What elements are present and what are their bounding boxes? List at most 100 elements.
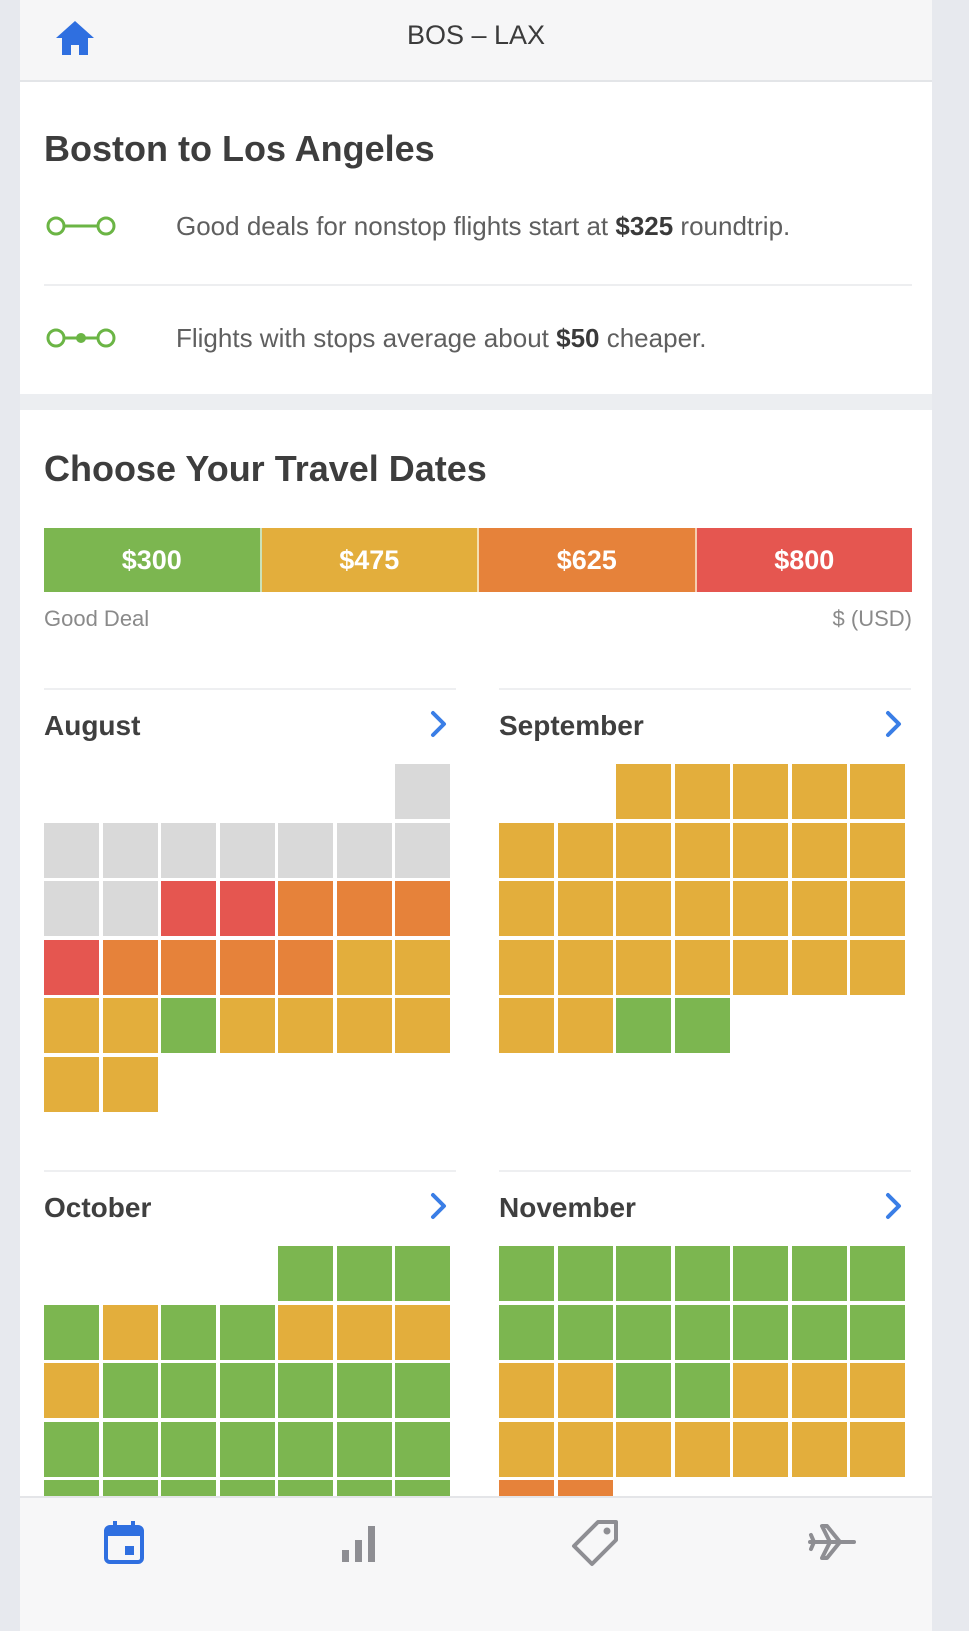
day-cell[interactable] <box>674 939 730 995</box>
bar-chart-icon[interactable] <box>332 1514 388 1570</box>
calendar-icon[interactable] <box>96 1514 152 1570</box>
day-cell[interactable] <box>395 1304 450 1360</box>
day-cell[interactable] <box>102 998 158 1053</box>
day-cell[interactable] <box>278 1421 333 1477</box>
day-cell[interactable] <box>336 881 392 936</box>
day-cell[interactable] <box>278 1246 333 1301</box>
day-cell[interactable] <box>557 1246 613 1301</box>
day-cell[interactable] <box>850 939 905 995</box>
day-cell[interactable] <box>219 881 275 936</box>
day-cell[interactable] <box>850 1363 905 1418</box>
day-cell[interactable] <box>733 1304 788 1360</box>
day-cell[interactable] <box>161 881 216 936</box>
day-cell[interactable] <box>336 1363 392 1418</box>
day-cell[interactable] <box>278 881 333 936</box>
day-cell[interactable] <box>791 939 847 995</box>
day-cell[interactable] <box>791 764 847 819</box>
tag-icon[interactable] <box>568 1514 624 1570</box>
day-cell[interactable] <box>161 1421 216 1477</box>
day-cell[interactable] <box>616 822 671 878</box>
day-cell[interactable] <box>674 1363 730 1418</box>
day-cell[interactable] <box>395 939 450 995</box>
day-cell[interactable] <box>219 998 275 1053</box>
day-cell[interactable] <box>791 881 847 936</box>
day-cell[interactable] <box>499 939 554 995</box>
day-cell[interactable] <box>850 881 905 936</box>
day-cell[interactable] <box>395 1246 450 1301</box>
day-cell[interactable] <box>733 764 788 819</box>
day-cell[interactable] <box>161 998 216 1053</box>
day-cell[interactable] <box>336 1304 392 1360</box>
day-cell[interactable] <box>219 1421 275 1477</box>
day-cell[interactable] <box>616 881 671 936</box>
day-cell[interactable] <box>499 822 554 878</box>
day-cell[interactable] <box>733 1421 788 1477</box>
day-cell[interactable] <box>278 998 333 1053</box>
day-cell[interactable] <box>102 1304 158 1360</box>
day-cell[interactable] <box>616 1421 671 1477</box>
day-cell[interactable] <box>102 1363 158 1418</box>
day-cell[interactable] <box>499 1421 554 1477</box>
day-cell[interactable] <box>278 1304 333 1360</box>
day-cell[interactable] <box>674 764 730 819</box>
day-cell[interactable] <box>499 1304 554 1360</box>
day-cell[interactable] <box>733 881 788 936</box>
day-cell[interactable] <box>102 939 158 995</box>
day-cell[interactable] <box>557 939 613 995</box>
day-cell[interactable] <box>616 764 671 819</box>
day-cell[interactable] <box>616 998 671 1053</box>
chevron-right-icon[interactable] <box>428 708 450 740</box>
day-cell[interactable] <box>44 998 99 1053</box>
day-cell[interactable] <box>44 939 99 995</box>
day-cell[interactable] <box>278 939 333 995</box>
day-cell[interactable] <box>616 1246 671 1301</box>
day-cell[interactable] <box>395 1363 450 1418</box>
day-cell[interactable] <box>733 1246 788 1301</box>
day-cell[interactable] <box>219 939 275 995</box>
day-cell[interactable] <box>674 1246 730 1301</box>
day-cell[interactable] <box>616 939 671 995</box>
day-cell[interactable] <box>733 1363 788 1418</box>
day-cell[interactable] <box>336 1246 392 1301</box>
airplane-icon[interactable] <box>804 1514 860 1570</box>
day-cell[interactable] <box>791 1421 847 1477</box>
day-cell[interactable] <box>733 939 788 995</box>
day-cell[interactable] <box>850 1246 905 1301</box>
day-cell[interactable] <box>395 998 450 1053</box>
chevron-right-icon[interactable] <box>883 1190 905 1222</box>
day-cell[interactable] <box>336 939 392 995</box>
day-cell[interactable] <box>850 764 905 819</box>
day-cell[interactable] <box>161 939 216 995</box>
day-cell[interactable] <box>791 1304 847 1360</box>
day-cell[interactable] <box>499 998 554 1053</box>
day-cell[interactable] <box>499 881 554 936</box>
day-cell[interactable] <box>44 1056 99 1112</box>
day-cell[interactable] <box>616 1363 671 1418</box>
day-cell[interactable] <box>395 1421 450 1477</box>
day-cell[interactable] <box>336 1421 392 1477</box>
day-cell[interactable] <box>850 1421 905 1477</box>
day-cell[interactable] <box>557 1304 613 1360</box>
chevron-right-icon[interactable] <box>883 708 905 740</box>
day-cell[interactable] <box>161 1304 216 1360</box>
day-cell[interactable] <box>850 1304 905 1360</box>
day-cell[interactable] <box>557 822 613 878</box>
day-cell[interactable] <box>850 822 905 878</box>
day-cell[interactable] <box>791 1246 847 1301</box>
day-cell[interactable] <box>161 1363 216 1418</box>
day-cell[interactable] <box>44 1304 99 1360</box>
day-cell[interactable] <box>674 1421 730 1477</box>
day-cell[interactable] <box>102 1421 158 1477</box>
day-cell[interactable] <box>674 881 730 936</box>
day-cell[interactable] <box>44 1363 99 1418</box>
day-cell[interactable] <box>278 1363 333 1418</box>
day-cell[interactable] <box>557 1363 613 1418</box>
day-cell[interactable] <box>674 1304 730 1360</box>
day-cell[interactable] <box>219 1304 275 1360</box>
day-cell[interactable] <box>499 1246 554 1301</box>
day-cell[interactable] <box>395 881 450 936</box>
day-cell[interactable] <box>336 998 392 1053</box>
day-cell[interactable] <box>219 1363 275 1418</box>
day-cell[interactable] <box>674 822 730 878</box>
day-cell[interactable] <box>557 1421 613 1477</box>
